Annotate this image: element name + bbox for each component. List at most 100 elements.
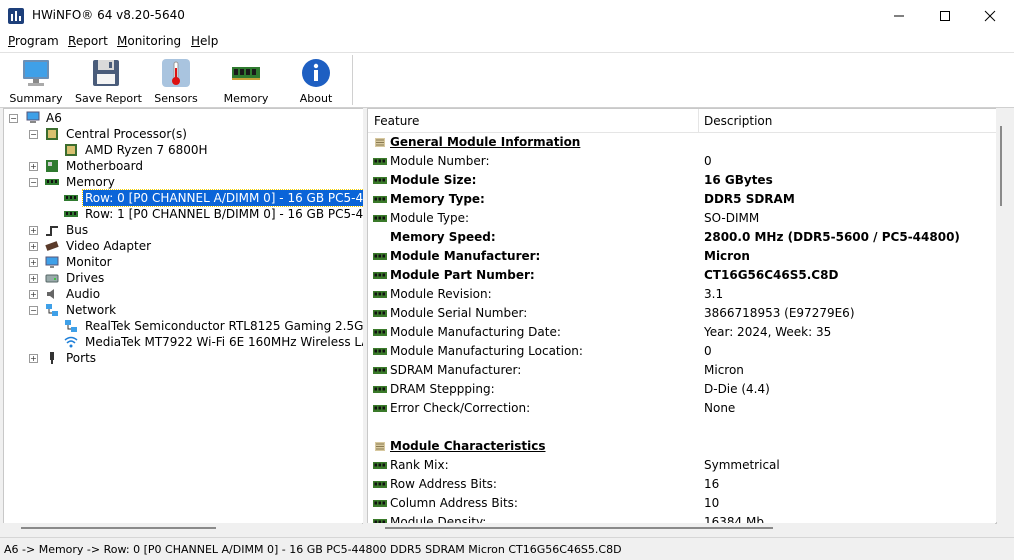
feature-cell: General Module Information xyxy=(390,135,581,149)
collapse-icon[interactable]: − xyxy=(29,178,38,187)
detail-row[interactable]: Rank Mix: Symmetrical xyxy=(368,456,996,475)
about-label: About xyxy=(299,92,333,105)
about-button[interactable]: About xyxy=(288,55,344,105)
collapse-icon[interactable]: − xyxy=(9,114,18,123)
detail-row[interactable]: Module Manufacturer: Micron xyxy=(368,247,996,266)
tree-node-bus[interactable]: + Bus xyxy=(4,222,363,238)
detail-row[interactable]: Row Address Bits: 16 xyxy=(368,475,996,494)
tree-node-root[interactable]: − A6 xyxy=(4,110,363,126)
expand-icon[interactable]: + xyxy=(29,258,38,267)
tree-label-cpu: Central Processor(s) xyxy=(66,127,187,141)
toolbar-separator xyxy=(352,55,353,105)
feature-cell: Module Serial Number: xyxy=(390,306,528,320)
expand-icon[interactable]: + xyxy=(29,162,38,171)
expand-icon[interactable]: + xyxy=(29,274,38,283)
menu-bar: Program Report Monitoring Help xyxy=(0,31,1014,53)
expand-icon[interactable]: + xyxy=(29,354,38,363)
feature-cell: Memory Speed: xyxy=(390,230,496,244)
detail-row[interactable]: SDRAM Manufacturer: Micron xyxy=(368,361,996,380)
feature-cell: Module Type: xyxy=(390,211,470,225)
tree-node-network-item0[interactable]: RealTek Semiconductor RTL8125 Gaming 2.5… xyxy=(4,318,363,334)
sensors-label: Sensors xyxy=(154,92,198,105)
details-list[interactable]: Feature Description General Module Infor… xyxy=(367,108,997,524)
section-row[interactable]: Module Characteristics xyxy=(368,437,996,456)
tree-node-monitor[interactable]: + Monitor xyxy=(4,254,363,270)
feature-cell: Module Manufacturing Date: xyxy=(390,325,561,339)
column-description[interactable]: Description xyxy=(704,114,772,128)
tree-node-motherboard[interactable]: + Motherboard xyxy=(4,158,363,174)
detail-row[interactable]: Module Number: 0 xyxy=(368,152,996,171)
tree-node-memory-row0[interactable]: Row: 0 [P0 CHANNEL A/DIMM 0] - 16 GB PC5… xyxy=(4,189,363,207)
scrollbar-thumb[interactable] xyxy=(1000,126,1002,206)
feature-cell: Row Address Bits: xyxy=(390,477,497,491)
pane-splitter[interactable] xyxy=(363,108,366,533)
tree-node-cpu[interactable]: − Central Processor(s) xyxy=(4,126,363,142)
ram-module-icon xyxy=(373,462,387,469)
ram-module-icon xyxy=(373,500,387,507)
ram-module-icon xyxy=(373,272,387,279)
device-tree[interactable]: − A6 − Central Processor(s) AMD Ryzen 7 … xyxy=(3,108,364,524)
tree-node-audio[interactable]: + Audio xyxy=(4,286,363,302)
feature-cell: DRAM Steppping: xyxy=(390,382,495,396)
tree-horizontal-scrollbar[interactable] xyxy=(3,523,362,533)
details-vertical-scrollbar[interactable] xyxy=(996,108,1006,522)
details-horizontal-scrollbar[interactable] xyxy=(367,523,995,533)
memory-button[interactable]: Memory xyxy=(218,55,274,105)
section-row[interactable]: General Module Information xyxy=(368,133,996,152)
detail-row[interactable]: DRAM Steppping: D-Die (4.4) xyxy=(368,380,996,399)
tree-node-drives[interactable]: + Drives xyxy=(4,270,363,286)
tree-label-root: A6 xyxy=(46,111,62,125)
collapse-icon[interactable]: − xyxy=(29,306,38,315)
tree-node-network-item1[interactable]: MediaTek MT7922 Wi-Fi 6E 160MHz Wireless… xyxy=(4,334,363,350)
save-report-label: Save Report xyxy=(75,92,142,105)
scrollbar-thumb[interactable] xyxy=(385,527,773,529)
save-report-button[interactable]: Save Report xyxy=(75,55,142,105)
collapse-icon[interactable]: − xyxy=(29,130,38,139)
detail-row[interactable]: Module Type: SO-DIMM xyxy=(368,209,996,228)
detail-row[interactable]: Module Part Number: CT16G56C46S5.C8D xyxy=(368,266,996,285)
detail-row[interactable]: Memory Speed: 2800.0 MHz (DDR5-5600 / PC5… xyxy=(368,228,996,247)
tree-node-video[interactable]: + Video Adapter xyxy=(4,238,363,254)
description-cell: Micron xyxy=(704,249,750,263)
tree-node-memory-row1[interactable]: Row: 1 [P0 CHANNEL B/DIMM 0] - 16 GB PC5… xyxy=(4,206,363,222)
menu-monitoring[interactable]: Monitoring xyxy=(117,34,181,48)
summary-button[interactable]: Summary xyxy=(8,55,64,105)
column-feature[interactable]: Feature xyxy=(374,114,419,128)
menu-program[interactable]: Program xyxy=(8,34,59,48)
description-cell: None xyxy=(704,401,736,415)
menu-program-accel: P xyxy=(8,34,16,48)
detail-row[interactable]: Module Size: 16 GBytes xyxy=(368,171,996,190)
detail-row[interactable]: Module Manufacturing Location: 0 xyxy=(368,342,996,361)
column-separator[interactable] xyxy=(698,109,699,132)
description-cell: 16 xyxy=(704,477,720,491)
menu-help[interactable]: Help xyxy=(191,34,218,48)
speaker-icon xyxy=(47,289,54,299)
ram-module-icon xyxy=(373,405,387,412)
minimize-button[interactable] xyxy=(876,0,922,31)
detail-row[interactable]: Error Check/Correction: None xyxy=(368,399,996,418)
detail-row[interactable]: Module Manufacturing Date: Year: 2024, We… xyxy=(368,323,996,342)
detail-row[interactable]: Column Address Bits: 10 xyxy=(368,494,996,513)
tree-node-memory[interactable]: − Memory xyxy=(4,174,363,190)
tree-label-drives: Drives xyxy=(66,271,105,285)
tree-label-bus: Bus xyxy=(66,223,89,237)
expand-icon[interactable]: + xyxy=(29,242,38,251)
menu-report[interactable]: Report xyxy=(68,34,108,48)
expand-icon[interactable]: + xyxy=(29,290,38,299)
scrollbar-thumb[interactable] xyxy=(21,527,216,529)
tree-node-ports[interactable]: + Ports xyxy=(4,350,363,366)
tree-label-video: Video Adapter xyxy=(66,239,152,253)
expand-icon[interactable]: + xyxy=(29,226,38,235)
tree-node-cpu-item[interactable]: AMD Ryzen 7 6800H xyxy=(4,142,363,158)
status-bar: A6 -> Memory -> Row: 0 [P0 CHANNEL A/DIM… xyxy=(0,537,1014,560)
detail-row[interactable]: Memory Type: DDR5 SDRAM xyxy=(368,190,996,209)
detail-row[interactable]: Module Revision: 3.1 xyxy=(368,285,996,304)
tree-label-network-item1: MediaTek MT7922 Wi-Fi 6E 160MHz Wireless… xyxy=(85,335,364,349)
feature-cell: Module Revision: xyxy=(390,287,492,301)
maximize-button[interactable] xyxy=(922,0,968,31)
menu-report-accel: R xyxy=(68,34,76,48)
detail-row[interactable]: Module Serial Number: 3866718953 (E97279E… xyxy=(368,304,996,323)
sensors-button[interactable]: Sensors xyxy=(148,55,204,105)
close-button[interactable] xyxy=(967,0,1013,31)
tree-node-network[interactable]: − Network xyxy=(4,302,363,318)
